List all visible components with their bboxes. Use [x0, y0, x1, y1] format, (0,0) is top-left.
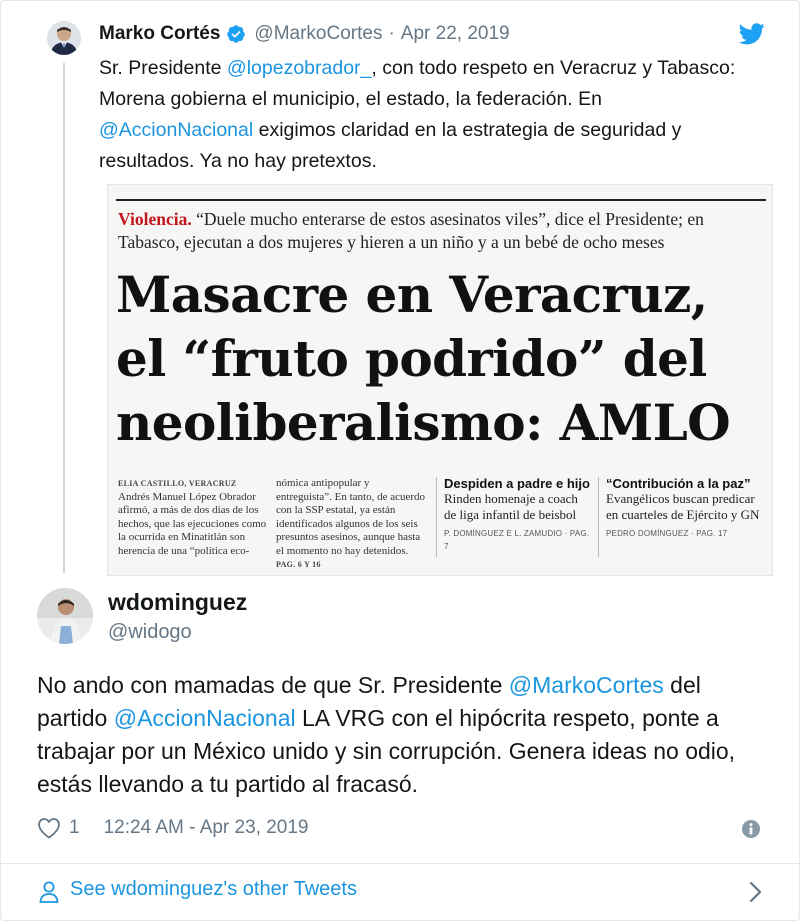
newspaper-column-2: nómica antipopular y entreguista”. En ta…	[276, 477, 428, 572]
see-other-tweets-label[interactable]: See wdominguez's other Tweets	[70, 878, 357, 901]
separator-dot: ·	[388, 23, 395, 44]
parent-text-part: Sr. Presidente	[99, 57, 227, 79]
info-icon[interactable]	[741, 819, 761, 839]
newspaper-kicker: Violencia. “Duele mucho enterarse de est…	[118, 208, 768, 254]
box-title: “Contribución a la paz”	[606, 476, 751, 491]
box-text: Evangélicos buscan predicar en cuarteles…	[606, 490, 760, 522]
box-byline: PEDRO DOMÍNGUEZ · PAG. 17	[606, 528, 728, 538]
column-byline: ELIA CASTILLO, VERACRUZ	[118, 479, 237, 488]
tweet-embed-card: Marko Cortés @MarkoCortes · Apr 22, 2019…	[0, 0, 800, 921]
reply-author-handle[interactable]: @widogo	[108, 621, 192, 644]
box-byline: P. DOMÍNGUEZ E L. ZAMUDIO · PAG. 7	[444, 528, 590, 552]
box-title: Despiden a padre e hijo	[444, 476, 590, 491]
twitter-bird-icon[interactable]	[739, 23, 765, 45]
parent-author-handle[interactable]: @MarkoCortes	[254, 23, 382, 45]
kicker-label: Violencia.	[118, 209, 192, 229]
reply-author-name[interactable]: wdominguez	[108, 589, 247, 616]
column-text: nómica antipopular y entreguista”. En ta…	[276, 477, 426, 557]
reply-text-part: No ando con mamadas de que Sr. President…	[37, 672, 509, 698]
headline-line-3: neoliberalismo: AMLO	[116, 393, 731, 452]
column-text: Andrés Manuel López Obrador afirmó, a má…	[118, 490, 267, 557]
column-divider	[598, 477, 599, 557]
box-text: Rinden homenaje a coach de liga infantil…	[444, 490, 578, 522]
parent-author-avatar[interactable]	[47, 21, 81, 55]
person-icon	[39, 881, 59, 903]
newspaper-headline: Masacre en Veracruz, el “fruto podrido” …	[116, 263, 772, 455]
mention-link-accionnacional[interactable]: @AccionNacional	[114, 705, 296, 731]
newspaper-top-rule	[116, 199, 766, 201]
parent-author-name[interactable]: Marko Cortés	[99, 23, 220, 45]
chevron-right-icon[interactable]	[749, 881, 763, 903]
column-divider	[436, 477, 437, 557]
reply-timestamp[interactable]: 12:24 AM - Apr 23, 2019	[104, 817, 309, 839]
newspaper-box-1: Despiden a padre e hijo Rinden homenaje …	[444, 477, 592, 554]
thread-connector-line	[63, 63, 65, 573]
column-page-ref: PAG. 6 Y 16	[276, 560, 321, 569]
mention-link-accionnacional[interactable]: @AccionNacional	[99, 119, 253, 141]
tweet-meta-row: 1 12:24 AM - Apr 23, 2019	[37, 813, 309, 843]
newspaper-clipping-image[interactable]: Violencia. “Duele mucho enterarse de est…	[107, 184, 773, 576]
like-count[interactable]: 1	[69, 817, 80, 839]
parent-tweet-text: Sr. Presidente @lopezobrador_, con todo …	[99, 53, 759, 177]
parent-tweet-date[interactable]: Apr 22, 2019	[401, 23, 510, 45]
newspaper-box-2: “Contribución a la paz” Evangélicos busc…	[606, 477, 766, 540]
heart-icon[interactable]	[37, 817, 61, 839]
kicker-text: “Duele mucho enterarse de estos asesinat…	[118, 209, 704, 252]
mention-link-lopezobrador[interactable]: @lopezobrador_	[227, 57, 371, 79]
reply-author-avatar[interactable]	[37, 588, 93, 644]
headline-line-1: Masacre en Veracruz,	[116, 265, 708, 324]
mention-link-markocortes[interactable]: @MarkoCortes	[509, 672, 664, 698]
reply-tweet-text: No ando con mamadas de que Sr. President…	[37, 669, 777, 801]
parent-tweet[interactable]: Marko Cortés @MarkoCortes · Apr 22, 2019…	[1, 1, 800, 581]
see-other-tweets-link[interactable]: See wdominguez's other Tweets	[1, 864, 800, 920]
newspaper-column-1: ELIA CASTILLO, VERACRUZ Andrés Manuel Ló…	[118, 477, 268, 558]
verified-badge-icon	[227, 25, 246, 43]
headline-line-2: el “fruto podrido” del	[116, 329, 707, 388]
parent-tweet-header: Marko Cortés @MarkoCortes · Apr 22, 2019	[99, 21, 510, 47]
